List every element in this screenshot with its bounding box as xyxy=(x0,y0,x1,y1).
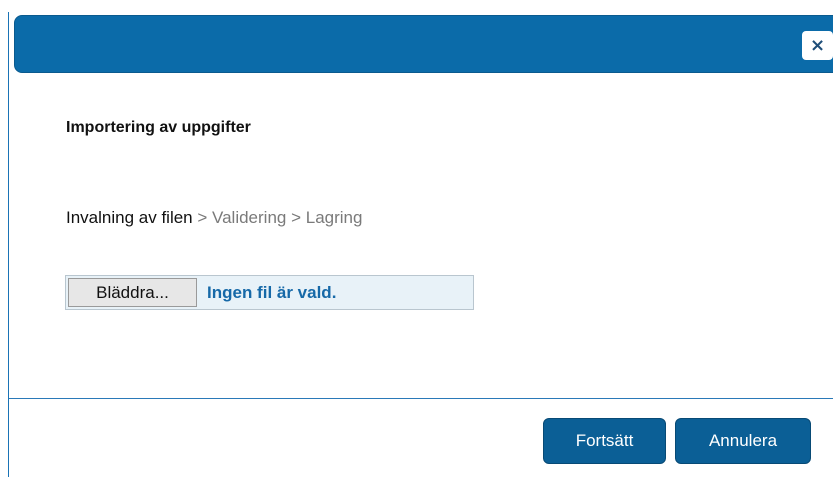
step-indicator: Invalning av filen > Validering > Lagrin… xyxy=(66,208,362,228)
cancel-button[interactable]: Annulera xyxy=(675,418,811,464)
step-separator: > xyxy=(192,208,213,227)
continue-button[interactable]: Fortsätt xyxy=(543,418,666,464)
close-button[interactable]: × xyxy=(802,31,833,60)
browse-button[interactable]: Bläddra... xyxy=(68,278,197,307)
dialog-left-border xyxy=(8,12,9,477)
step-file-selection: Invalning av filen xyxy=(66,208,193,227)
file-input[interactable]: Bläddra... Ingen fil är vald. xyxy=(65,275,474,310)
dialog-heading: Importering av uppgifter xyxy=(66,119,251,136)
file-status-text: Ingen fil är vald. xyxy=(207,283,337,302)
step-storage: Lagring xyxy=(305,208,363,227)
close-icon: × xyxy=(809,34,826,56)
step-validation: Validering xyxy=(212,208,287,227)
step-separator: > xyxy=(286,208,306,227)
dialog-titlebar xyxy=(14,15,833,73)
footer-divider xyxy=(9,398,833,399)
